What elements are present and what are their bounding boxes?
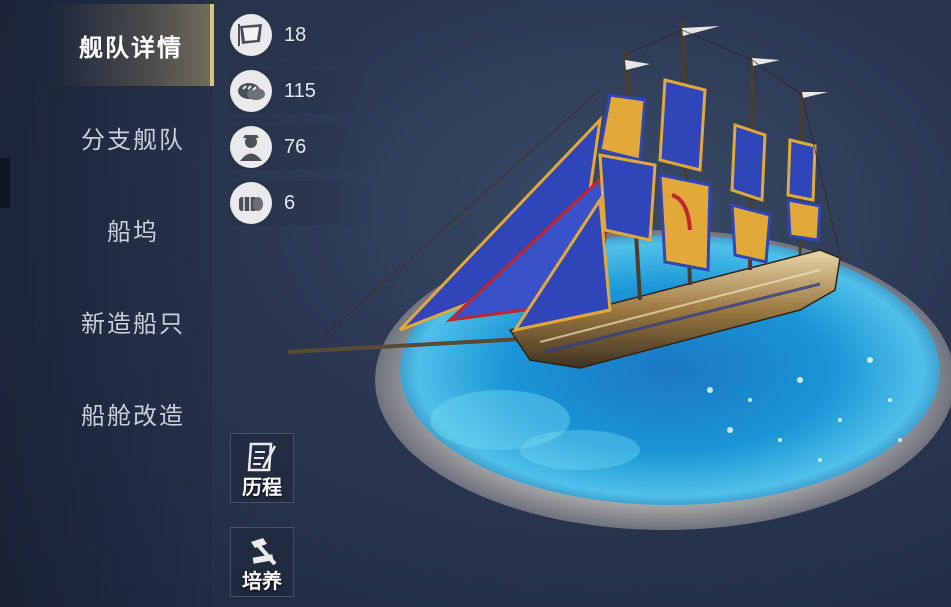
sailor-icon: [230, 126, 272, 168]
nav-item-label: 舰队详情: [79, 33, 183, 62]
hammer-icon: [251, 538, 277, 566]
nav-item-label: 船舱改造: [81, 401, 185, 430]
nav-item-cabin-refit[interactable]: 船舱改造: [52, 372, 214, 454]
nav-item-fleet-details[interactable]: 舰队详情: [52, 4, 214, 86]
scroll-quill-icon: [247, 442, 277, 472]
nav-item-label: 船坞: [107, 217, 159, 246]
sail-icon: [230, 14, 272, 56]
bread-icon: [230, 70, 272, 112]
ship-scene: [287, 21, 951, 530]
side-edge-marker: [0, 158, 10, 208]
barrel-icon: [230, 182, 272, 224]
ship-model: [287, 21, 841, 369]
nav-item-branch-fleet[interactable]: 分支舰队: [52, 96, 214, 178]
nav-item-label: 分支舰队: [81, 125, 185, 154]
nav-item-new-ship[interactable]: 新造船只: [52, 280, 214, 362]
side-navigation: 舰队详情 分支舰队 船坞 新造船只 船舱改造: [0, 0, 214, 607]
nav-item-dock[interactable]: 船坞: [52, 188, 214, 270]
nav-item-label: 新造船只: [81, 309, 185, 338]
